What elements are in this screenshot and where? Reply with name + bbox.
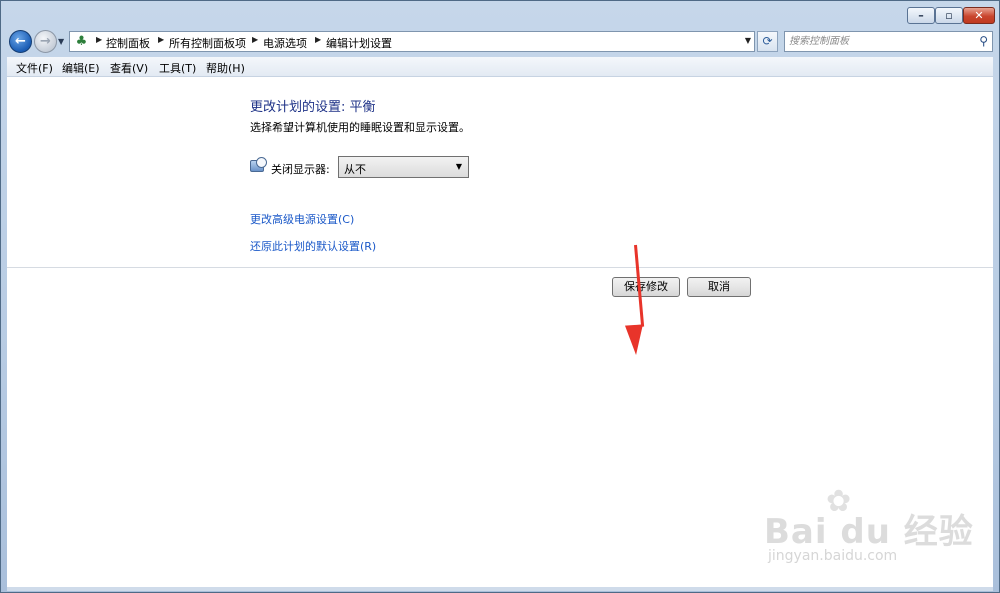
back-button[interactable]: ← [9,30,32,53]
clock-icon [256,157,267,168]
status-bar [7,587,993,591]
navigation-bar: ← → ▼ ♣ ▶ 控制面板 ▶ 所有控制面板项 ▶ 电源选项 ▶ 编辑计划设置… [1,28,999,56]
breadcrumb-separator-icon[interactable]: ▶ [252,35,258,44]
divider [7,267,993,268]
breadcrumb-separator-icon[interactable]: ▶ [96,35,102,44]
breadcrumb-separator-icon[interactable]: ▶ [158,35,164,44]
maximize-button[interactable]: ▫ [935,7,963,24]
advanced-power-settings-link[interactable]: 更改高级电源设置(C) [250,211,354,227]
menu-tools[interactable]: 工具(T) [159,60,196,76]
search-icon[interactable]: ⚲ [979,34,988,48]
minimize-icon: – [918,9,924,22]
menu-view[interactable]: 查看(V) [110,60,148,76]
menu-file[interactable]: 文件(F) [16,60,53,76]
close-button[interactable]: ✕ [963,7,995,24]
turn-off-display-select[interactable]: 从不 ▼ [338,156,469,178]
save-changes-button[interactable]: 保存修改 [612,277,680,297]
restore-defaults-link[interactable]: 还原此计划的默认设置(R) [250,238,376,254]
display-icon [250,157,267,172]
control-panel-icon: ♣ [75,34,88,49]
maximize-icon: ▫ [945,9,953,22]
watermark-url: jingyan.baidu.com [768,548,898,564]
back-icon: ← [15,34,26,49]
menu-help[interactable]: 帮助(H) [206,60,245,76]
watermark-brand: Bai du 经验 [764,512,974,552]
dropdown-arrow-icon: ▼ [455,162,462,171]
recent-pages-dropdown-icon[interactable]: ▼ [58,37,64,46]
breadcrumb-edit-plan[interactable]: 编辑计划设置 [326,35,392,51]
forward-button[interactable]: → [34,30,57,53]
close-icon: ✕ [974,9,984,22]
annotation-arrow-head [624,324,646,356]
breadcrumb-all-items[interactable]: 所有控制面板项 [169,35,246,51]
page-title: 更改计划的设置: 平衡 [250,100,376,115]
breadcrumb-power-options[interactable]: 电源选项 [263,35,307,51]
search-input[interactable] [789,33,969,50]
turn-off-display-value: 从不 [344,163,366,176]
title-bar: – ▫ ✕ [1,1,999,28]
page-subtitle: 选择希望计算机使用的睡眠设置和显示设置。 [250,121,470,134]
refresh-button[interactable]: ⟳ [757,31,778,52]
breadcrumb-control-panel[interactable]: 控制面板 [106,35,150,51]
search-box[interactable]: ⚲ [784,31,993,52]
address-bar[interactable]: ♣ ▶ 控制面板 ▶ 所有控制面板项 ▶ 电源选项 ▶ 编辑计划设置 ▼ [69,31,755,52]
menu-edit[interactable]: 编辑(E) [62,60,100,76]
cancel-button[interactable]: 取消 [687,277,751,297]
menu-bar: 文件(F) 编辑(E) 查看(V) 工具(T) 帮助(H) [7,57,993,77]
turn-off-display-label: 关闭显示器: [271,163,330,176]
breadcrumb-separator-icon[interactable]: ▶ [315,35,321,44]
forward-icon: → [40,34,51,49]
refresh-icon: ⟳ [762,34,773,48]
address-dropdown-icon[interactable]: ▼ [745,36,751,45]
minimize-button[interactable]: – [907,7,935,24]
baidu-watermark: ✿ Bai du 经验 jingyan.baidu.com [764,484,973,574]
